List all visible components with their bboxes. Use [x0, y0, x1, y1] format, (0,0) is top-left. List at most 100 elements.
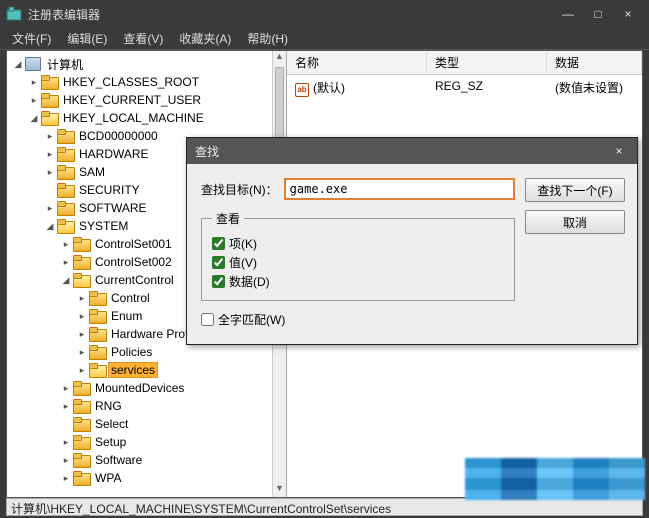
cancel-button[interactable]: 取消: [525, 210, 625, 234]
scroll-up-icon[interactable]: ▲: [273, 51, 286, 65]
tree-security[interactable]: SECURITY: [76, 182, 143, 198]
expand-icon[interactable]: ▸: [29, 77, 39, 87]
tree-select[interactable]: Select: [92, 416, 131, 432]
chk-data[interactable]: [212, 275, 225, 288]
obscured-region: [465, 458, 645, 500]
folder-icon: [57, 201, 73, 215]
tree-enum[interactable]: Enum: [108, 308, 145, 324]
menubar: 文件(F) 编辑(E) 查看(V) 收藏夹(A) 帮助(H): [0, 28, 649, 50]
expand-icon[interactable]: ▸: [61, 455, 71, 465]
tree-ccs[interactable]: CurrentControl: [92, 272, 177, 288]
minimize-button[interactable]: —: [553, 4, 583, 24]
collapse-icon[interactable]: ◢: [61, 275, 71, 285]
folder-open-icon: [41, 111, 57, 125]
tree-sam[interactable]: SAM: [76, 164, 108, 180]
expand-icon[interactable]: ▸: [77, 347, 87, 357]
scroll-down-icon[interactable]: ▼: [273, 483, 286, 497]
folder-icon: [89, 291, 105, 305]
tree-root[interactable]: 计算机: [44, 55, 86, 74]
expand-icon[interactable]: ▸: [45, 167, 55, 177]
status-path: 计算机\HKEY_LOCAL_MACHINE\SYSTEM\CurrentCon…: [11, 502, 391, 516]
folder-icon: [73, 381, 89, 395]
tree-policies[interactable]: Policies: [108, 344, 155, 360]
list-row[interactable]: ab (默认) REG_SZ (数值未设置): [287, 75, 642, 101]
folder-icon: [73, 435, 89, 449]
value-name: (默认): [313, 81, 345, 95]
collapse-icon[interactable]: ◢: [29, 113, 39, 123]
expand-icon[interactable]: ▸: [45, 149, 55, 159]
tree-hardware[interactable]: HARDWARE: [76, 146, 152, 162]
expand-icon[interactable]: ▸: [61, 239, 71, 249]
maximize-button[interactable]: □: [583, 4, 613, 24]
expand-icon[interactable]: ▸: [77, 329, 87, 339]
folder-icon: [73, 237, 89, 251]
tree-hkcr[interactable]: HKEY_CLASSES_ROOT: [60, 74, 202, 90]
expand-icon[interactable]: ▸: [45, 203, 55, 213]
tree-hkcu[interactable]: HKEY_CURRENT_USER: [60, 92, 204, 108]
folder-icon: [73, 471, 89, 485]
value-data: (数值未设置): [547, 77, 642, 99]
window-title: 注册表编辑器: [28, 6, 553, 23]
menu-view[interactable]: 查看(V): [115, 28, 171, 49]
dialog-close-button[interactable]: ×: [609, 144, 629, 158]
tree-rng[interactable]: RNG: [92, 398, 125, 414]
col-header-type[interactable]: 类型: [427, 51, 547, 74]
folder-open-icon: [73, 273, 89, 287]
lookat-group: 查看 项(K) 值(V) 数据(D): [201, 210, 515, 301]
tree-hklm[interactable]: HKEY_LOCAL_MACHINE: [60, 110, 207, 126]
folder-icon: [73, 453, 89, 467]
expand-icon[interactable]: ▸: [61, 473, 71, 483]
expand-icon[interactable]: ▸: [77, 293, 87, 303]
collapse-icon[interactable]: ◢: [13, 59, 23, 69]
find-dialog: 查找 × 查找目标(N)： 查看 项(K) 值(V) 数据(D) 全字匹配(W)…: [186, 137, 638, 345]
close-button[interactable]: ×: [613, 4, 643, 24]
folder-open-icon: [89, 363, 105, 377]
folder-icon: [89, 309, 105, 323]
menu-favorites[interactable]: 收藏夹(A): [171, 28, 239, 49]
tree-system[interactable]: SYSTEM: [76, 218, 131, 234]
expand-icon[interactable]: ▸: [77, 365, 87, 375]
find-target-label: 查找目标(N)：: [201, 181, 278, 198]
folder-icon: [89, 345, 105, 359]
tree-software[interactable]: SOFTWARE: [76, 200, 150, 216]
computer-icon: [25, 57, 41, 71]
folder-icon: [73, 399, 89, 413]
lookat-legend: 查看: [212, 210, 244, 227]
menu-file[interactable]: 文件(F): [4, 28, 59, 49]
dialog-title: 查找: [195, 143, 609, 160]
tree-control[interactable]: Control: [108, 290, 153, 306]
col-header-data[interactable]: 数据: [547, 51, 642, 74]
expand-icon[interactable]: ▸: [61, 437, 71, 447]
find-target-input[interactable]: [284, 178, 515, 200]
folder-icon: [57, 129, 73, 143]
tree-cs002[interactable]: ControlSet002: [92, 254, 175, 270]
folder-icon: [73, 255, 89, 269]
tree-mounted[interactable]: MountedDevices: [92, 380, 187, 396]
value-type: REG_SZ: [427, 77, 547, 99]
tree-cs001[interactable]: ControlSet001: [92, 236, 175, 252]
col-header-name[interactable]: 名称: [287, 51, 427, 74]
expand-icon[interactable]: ▸: [29, 95, 39, 105]
chk-values[interactable]: [212, 256, 225, 269]
expand-icon[interactable]: ▸: [61, 383, 71, 393]
tree-services[interactable]: services: [108, 362, 158, 378]
folder-open-icon: [57, 219, 73, 233]
tree-wpa[interactable]: WPA: [92, 470, 124, 486]
string-value-icon: ab: [295, 83, 309, 97]
status-bar: 计算机\HKEY_LOCAL_MACHINE\SYSTEM\CurrentCon…: [6, 498, 643, 516]
find-next-button[interactable]: 查找下一个(F): [525, 178, 625, 202]
menu-edit[interactable]: 编辑(E): [59, 28, 115, 49]
folder-icon: [41, 75, 57, 89]
folder-icon: [57, 183, 73, 197]
expand-icon[interactable]: ▸: [61, 401, 71, 411]
expand-icon[interactable]: ▸: [45, 131, 55, 141]
menu-help[interactable]: 帮助(H): [239, 28, 296, 49]
expand-icon[interactable]: ▸: [61, 257, 71, 267]
tree-software2[interactable]: Software: [92, 452, 145, 468]
chk-keys[interactable]: [212, 237, 225, 250]
collapse-icon[interactable]: ◢: [45, 221, 55, 231]
expand-icon[interactable]: ▸: [77, 311, 87, 321]
chk-wholeword[interactable]: [201, 313, 214, 326]
tree-bcd[interactable]: BCD00000000: [76, 128, 161, 144]
tree-setup[interactable]: Setup: [92, 434, 129, 450]
